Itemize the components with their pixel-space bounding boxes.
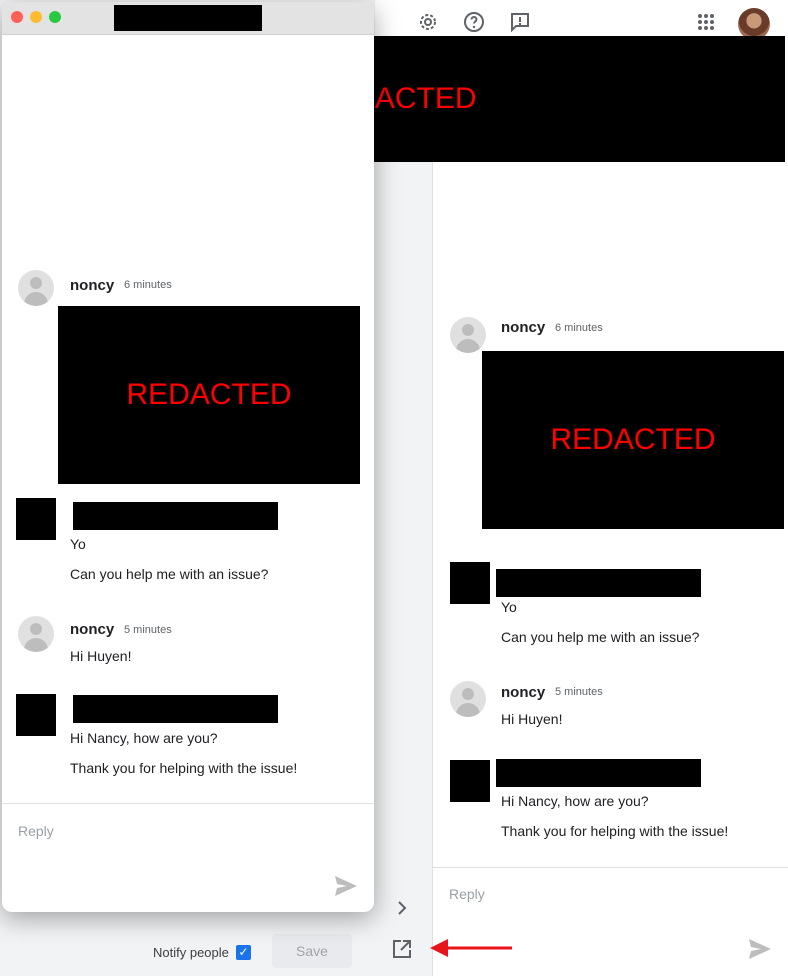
- help-icon[interactable]: [462, 10, 486, 34]
- comment-author: noncy: [70, 621, 115, 638]
- redacted-window-title: [114, 5, 262, 31]
- settings-icon[interactable]: [416, 10, 440, 34]
- comment-author: noncy: [501, 684, 546, 701]
- comment-text: Hi Nancy, how are you?: [70, 730, 218, 746]
- redacted-author: [73, 695, 278, 723]
- close-window-button[interactable]: [11, 11, 23, 23]
- reply-input[interactable]: Reply: [449, 886, 485, 902]
- send-icon[interactable]: [334, 875, 358, 897]
- minimize-window-button[interactable]: [30, 11, 42, 23]
- pane-divider: [432, 160, 433, 976]
- comment-time: 6 minutes: [124, 279, 172, 291]
- open-in-new-icon[interactable]: [391, 938, 413, 960]
- redacted-author: [73, 502, 278, 530]
- apps-icon[interactable]: [694, 10, 718, 34]
- chevron-right-icon[interactable]: [392, 898, 412, 918]
- red-arrow-annotation: [428, 936, 514, 960]
- send-icon[interactable]: [748, 938, 772, 960]
- comment-time: 5 minutes: [555, 686, 603, 698]
- notify-label: Notify people: [153, 945, 229, 960]
- comment-text: Thank you for helping with the issue!: [70, 760, 298, 776]
- zoom-window-button[interactable]: [49, 11, 61, 23]
- notify-checkbox[interactable]: ✓: [236, 945, 251, 960]
- avatar: [450, 681, 486, 717]
- avatar: [18, 616, 54, 652]
- redacted-author: [496, 759, 701, 787]
- comment-author: noncy: [501, 319, 546, 336]
- redacted-author: [496, 569, 701, 597]
- feedback-icon[interactable]: [508, 10, 532, 34]
- window-titlebar: [2, 2, 374, 35]
- comment-text: Yo: [70, 536, 86, 552]
- comment-text: Hi Nancy, how are you?: [501, 793, 649, 809]
- comment-text: Can you help me with an issue?: [501, 629, 700, 645]
- redacted-avatar: [16, 694, 56, 736]
- comment-text: Hi Huyen!: [501, 711, 563, 727]
- redacted-avatar: [450, 562, 490, 604]
- comment-time: 5 minutes: [124, 624, 172, 636]
- divider: [2, 803, 374, 804]
- redacted-label: REDACTED: [126, 378, 292, 411]
- divider: [433, 867, 788, 868]
- comment-text: Yo: [501, 599, 517, 615]
- avatar: [18, 270, 54, 306]
- top-bar: [375, 0, 788, 40]
- redacted-avatar: [450, 760, 490, 802]
- popup-window: noncy 6 minutes REDACTED Yo Can you help…: [2, 2, 374, 912]
- redacted-content: REDACTED: [58, 306, 360, 484]
- comment-text: Hi Huyen!: [70, 648, 132, 664]
- comment-text: Can you help me with an issue?: [70, 566, 269, 582]
- avatar: [450, 317, 486, 353]
- reply-input[interactable]: Reply: [18, 823, 54, 839]
- redacted-content: REDACTED: [482, 351, 784, 529]
- comment-text: Thank you for helping with the issue!: [501, 823, 729, 839]
- comment-author: noncy: [70, 277, 115, 294]
- save-button[interactable]: Save: [272, 934, 352, 968]
- redacted-avatar: [16, 498, 56, 540]
- redacted-label: REDACTED: [550, 423, 716, 456]
- comment-time: 6 minutes: [555, 322, 603, 334]
